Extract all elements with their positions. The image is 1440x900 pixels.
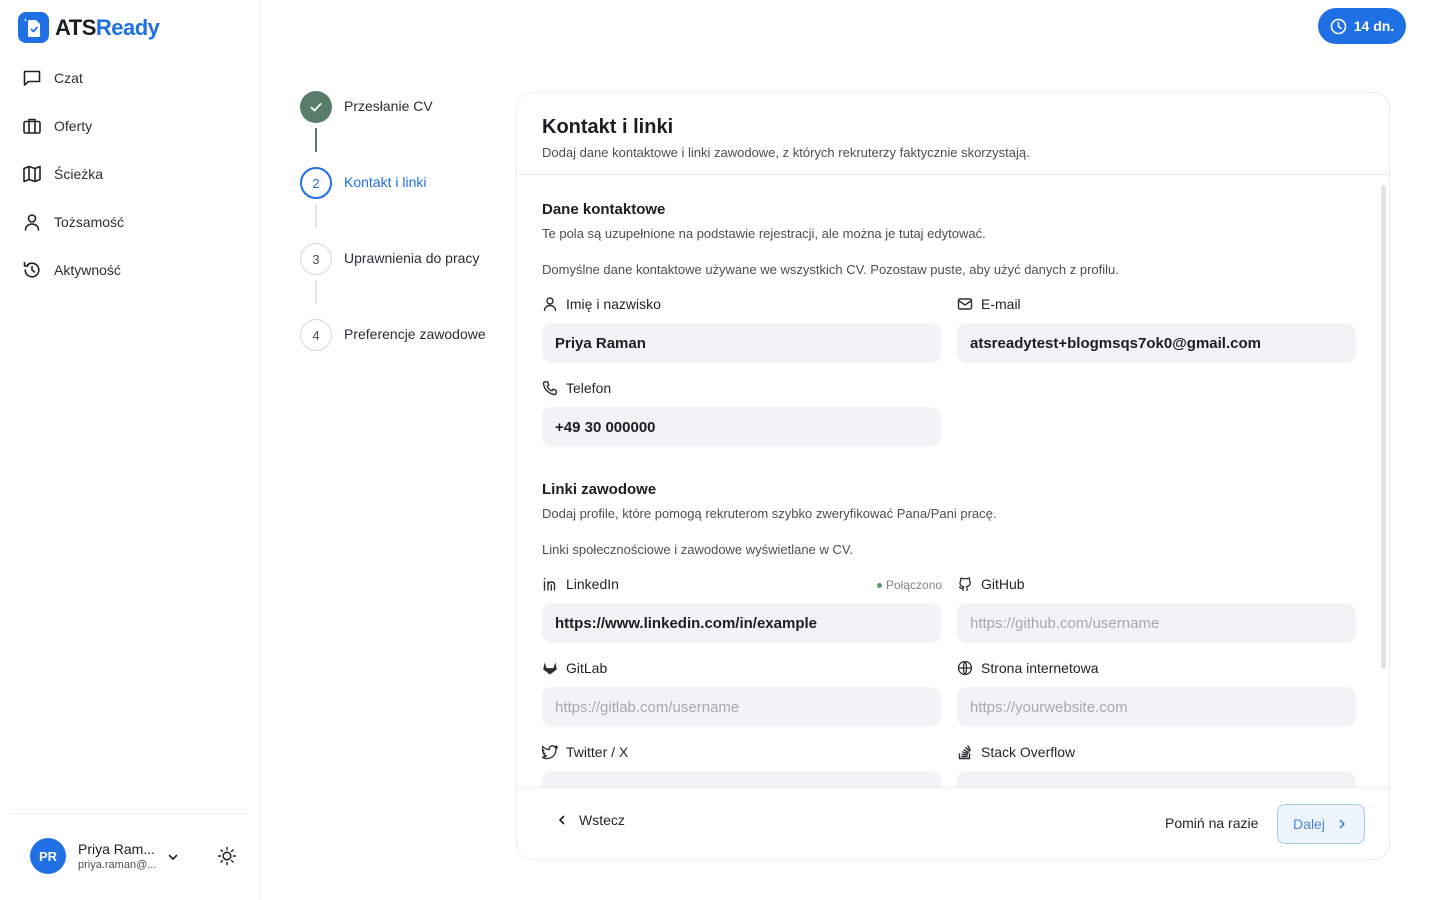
page-subtitle: Dodaj dane kontaktowe i linki zawodowe, … (542, 145, 1030, 160)
stackoverflow-field-label: Stack Overflow (957, 744, 1075, 760)
app-logo[interactable]: ATSReady (18, 12, 160, 43)
gitlab-icon (542, 660, 558, 676)
section-desc: Linki społecznościowe i zawodowe wyświet… (542, 542, 853, 557)
user-menu[interactable]: PR Priya Ram... priya.raman@... (30, 838, 178, 874)
name-field-label: Imię i nazwisko (542, 296, 661, 312)
back-button[interactable]: Wstecz (555, 812, 625, 828)
logo-icon (18, 12, 49, 43)
sidebar-item-sciezka[interactable]: Ścieżka (12, 152, 248, 196)
card-footer: Wstecz Pomiń na razie Dalej (517, 787, 1389, 859)
map-icon (22, 164, 42, 184)
stackoverflow-input[interactable] (957, 771, 1356, 787)
briefcase-icon (22, 116, 42, 136)
phone-input[interactable]: +49 30 000000 (542, 407, 941, 447)
user-name: Priya Ram... (78, 841, 156, 857)
sun-icon[interactable] (216, 845, 238, 867)
mail-icon (957, 296, 973, 312)
sidebar-item-label: Czat (54, 70, 83, 86)
section-title-links: Linki zawodowe (542, 481, 657, 498)
status-dot (877, 582, 882, 588)
step-connector (315, 204, 317, 228)
linkedin-connected-status: Połączono (877, 578, 942, 592)
gitlab-input[interactable]: https://gitlab.com/username (542, 687, 941, 727)
section-desc: Te pola są uzupełnione na podstawie reje… (542, 226, 986, 241)
step-label: Uprawnienia do pracy (344, 250, 480, 266)
chevron-right-icon (1335, 817, 1349, 831)
step-label: Kontakt i linki (344, 174, 427, 190)
website-input[interactable]: https://yourwebsite.com (957, 687, 1356, 727)
sidebar-item-czat[interactable]: Czat (12, 56, 248, 100)
step-label: Przesłanie CV (344, 98, 433, 114)
sidebar-divider (10, 813, 249, 814)
sidebar-item-tozsamosc[interactable]: Tożsamość (12, 200, 248, 244)
step-connector (315, 128, 317, 152)
email-input[interactable]: atsreadytest+blogmsqs7ok0@gmail.com (957, 323, 1356, 363)
sidebar: ATSReady Czat Oferty Ścieżka Tożsamość A… (0, 0, 260, 900)
phone-field-label: Telefon (542, 380, 611, 396)
name-input[interactable]: Priya Raman (542, 323, 941, 363)
github-icon (957, 576, 973, 592)
github-input[interactable]: https://github.com/username (957, 603, 1356, 643)
step-number: 2 (300, 167, 332, 199)
sidebar-item-label: Aktywność (54, 262, 121, 278)
back-button-label: Wstecz (579, 812, 625, 828)
sidebar-item-oferty[interactable]: Oferty (12, 104, 248, 148)
twitter-input[interactable] (542, 771, 941, 787)
next-button[interactable]: Dalej (1277, 804, 1365, 844)
logo-text: ATSReady (55, 14, 160, 40)
chevron-left-icon (555, 813, 569, 827)
step-number: 3 (300, 243, 332, 275)
step-connector (315, 280, 317, 304)
globe-icon (957, 660, 973, 676)
check-icon (300, 91, 332, 123)
website-field-label: Strona internetowa (957, 660, 1099, 676)
sidebar-item-aktywnosc[interactable]: Aktywność (12, 248, 248, 292)
next-button-label: Dalej (1293, 816, 1325, 832)
avatar: PR (30, 838, 66, 874)
chevron-down-icon[interactable] (166, 850, 180, 864)
step-number: 4 (300, 319, 332, 351)
scrollbar-thumb[interactable] (1381, 185, 1386, 669)
sidebar-item-label: Oferty (54, 118, 93, 134)
stack-overflow-icon (957, 744, 973, 760)
user-icon (22, 212, 42, 232)
trial-badge[interactable]: 14 dn. (1318, 8, 1406, 44)
skip-button[interactable]: Pomiń na razie (1165, 815, 1258, 831)
step-label: Preferencje zawodowe (344, 326, 486, 342)
linkedin-icon (542, 576, 558, 592)
email-field-label: E-mail (957, 296, 1021, 312)
user-icon (542, 296, 558, 312)
section-title-contact: Dane kontaktowe (542, 201, 666, 218)
linkedin-field-label: LinkedIn (542, 576, 619, 592)
form-scroll-area[interactable]: Dane kontaktowe Te pola są uzupełnione n… (517, 175, 1389, 787)
section-desc: Dodaj profile, które pomogą rekruterom s… (542, 506, 997, 521)
phone-icon (542, 380, 558, 396)
card-header: Kontakt i linki Dodaj dane kontaktowe i … (517, 93, 1389, 175)
page-title: Kontakt i linki (542, 116, 674, 138)
sidebar-item-label: Tożsamość (54, 214, 125, 230)
user-info: Priya Ram... priya.raman@... (78, 841, 156, 871)
section-desc: Domyślne dane kontaktowe używane we wszy… (542, 262, 1119, 277)
twitter-icon (542, 744, 558, 760)
sidebar-nav: Czat Oferty Ścieżka Tożsamość Aktywność (12, 56, 248, 296)
history-icon (22, 260, 42, 280)
gitlab-field-label: GitLab (542, 660, 607, 676)
user-email: priya.raman@... (78, 859, 157, 871)
contact-links-card: Kontakt i linki Dodaj dane kontaktowe i … (516, 92, 1390, 860)
twitter-field-label: Twitter / X (542, 744, 628, 760)
trial-label: 14 dn. (1353, 18, 1395, 34)
linkedin-input[interactable]: https://www.linkedin.com/in/example (542, 603, 941, 643)
clock-icon (1330, 18, 1347, 35)
github-field-label: GitHub (957, 576, 1025, 592)
sidebar-item-label: Ścieżka (54, 166, 104, 182)
chat-icon (22, 68, 42, 88)
